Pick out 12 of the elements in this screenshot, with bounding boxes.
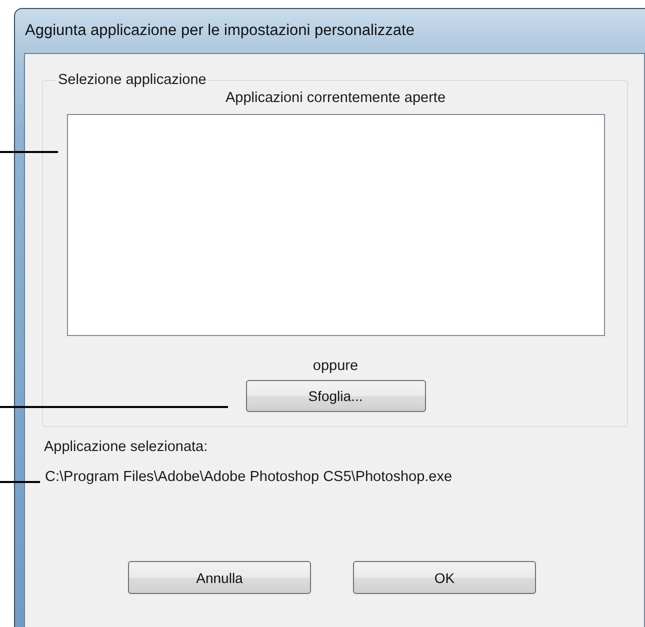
application-list[interactable]: [66, 114, 604, 336]
window-title: Aggiunta applicazione per le impostazioni personalizzate: [24, 21, 416, 41]
leader-line: [0, 481, 40, 483]
browse-button[interactable]: Sfoglia...: [246, 380, 426, 412]
selected-path: C:\Program Files\Adobe\Adobe Photoshop CS5\Photoshop.exe: [44, 469, 454, 485]
group-title: Selezione applicazione: [57, 72, 208, 88]
selected-label: Applicazione selezionata:: [43, 439, 209, 455]
list-label: Applicazioni correntemente aperte: [225, 90, 446, 106]
ok-button[interactable]: OK: [353, 561, 536, 594]
separator-text: oppure: [312, 358, 358, 374]
leader-line: [0, 151, 58, 153]
cancel-button[interactable]: Annulla: [128, 561, 311, 594]
